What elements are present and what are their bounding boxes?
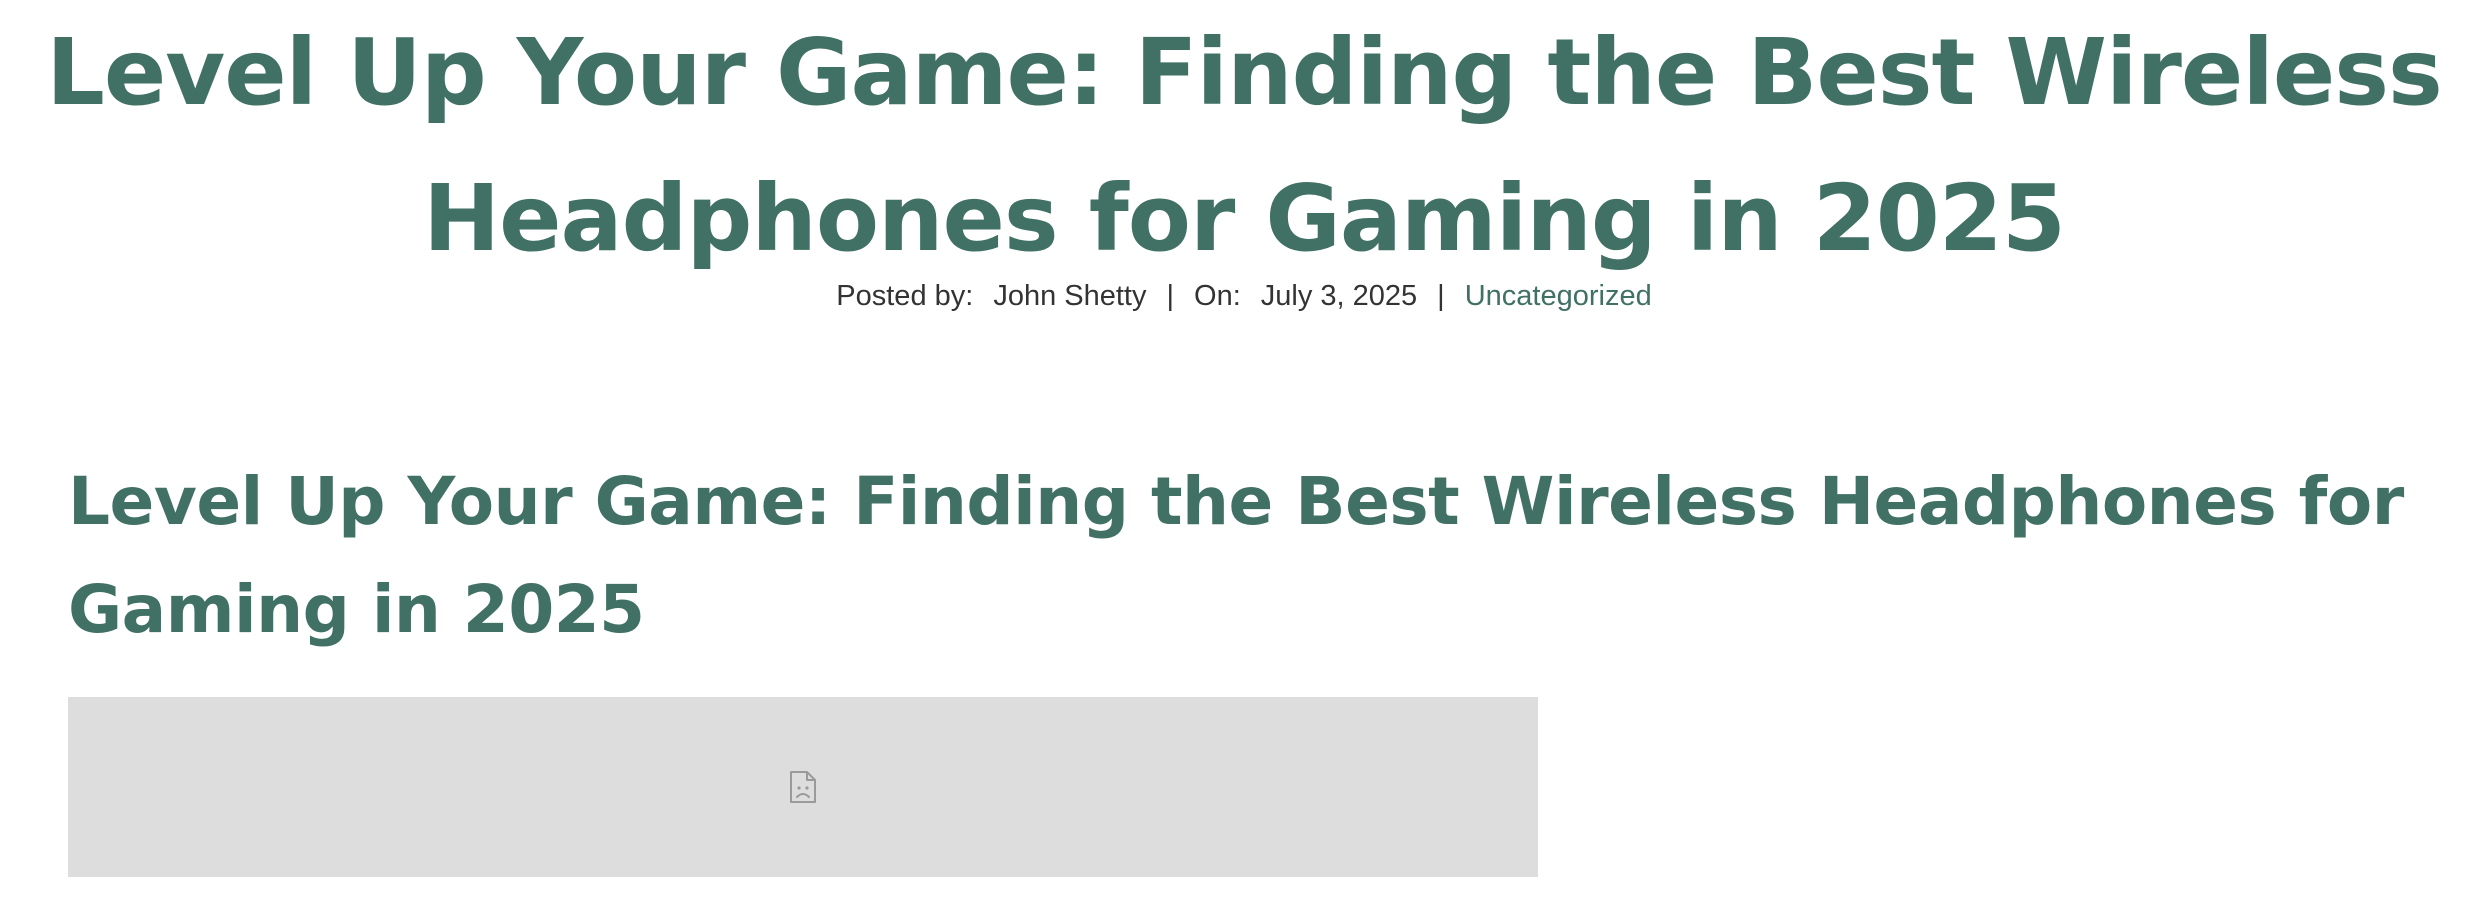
featured-image-placeholder: [68, 697, 1538, 877]
broken-image-icon: [790, 771, 816, 803]
date-label: On:: [1194, 280, 1241, 312]
page-title-line-2: Headphones for Gaming in 2025: [423, 165, 2066, 272]
content-heading-line-1: Level Up Your Game: Finding the Best Wir…: [68, 463, 2404, 540]
posted-by-label: Posted by:: [836, 280, 974, 312]
page-title-line-1: Level Up Your Game: Finding the Best Wir…: [46, 19, 2443, 126]
post-meta: Posted by: John Shetty | On: July 3, 2025 | Un…: [0, 276, 2488, 316]
meta-separator: |: [1437, 280, 1445, 312]
category-link[interactable]: Uncategorized: [1465, 280, 1652, 312]
author-name: John Shetty: [993, 280, 1147, 312]
page-title: Level Up Your Game: Finding the Best Wir…: [0, 0, 2488, 292]
post-date: July 3, 2025: [1260, 280, 1418, 312]
meta-separator: |: [1166, 280, 1175, 312]
content-heading: Level Up Your Game: Finding the Best Wir…: [68, 448, 2458, 664]
content-heading-line-2: Gaming in 2025: [68, 571, 645, 648]
